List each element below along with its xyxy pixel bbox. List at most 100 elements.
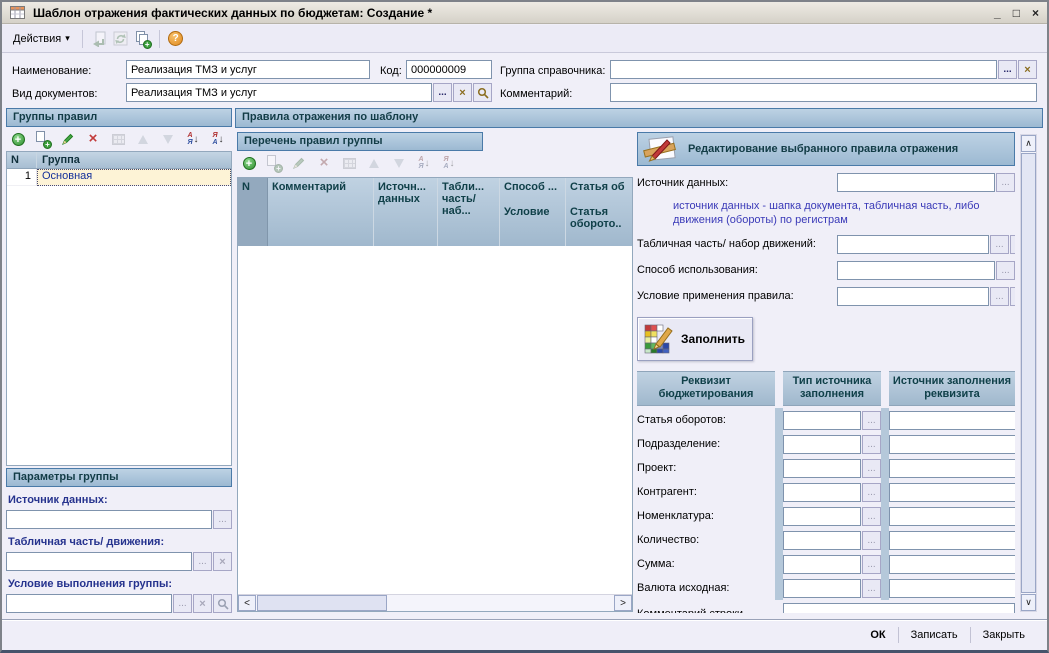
fill-source-input[interactable] xyxy=(889,555,1015,574)
refresh-icon[interactable] xyxy=(111,29,131,49)
reread-icon[interactable] xyxy=(89,29,109,49)
move-down-icon[interactable] xyxy=(158,129,178,149)
rules-panel-header: Правила отражения по шаблону xyxy=(235,108,1043,128)
rule-condition-input[interactable] xyxy=(837,287,989,306)
group-condition-input[interactable] xyxy=(6,594,172,613)
save-button[interactable]: Записать xyxy=(899,625,970,645)
select-button[interactable]: ... xyxy=(862,555,881,574)
copy-add-icon[interactable]: + xyxy=(33,129,53,149)
fill-source-input[interactable] xyxy=(889,507,1015,526)
source-type-input[interactable] xyxy=(783,531,861,550)
clear-button[interactable]: × xyxy=(213,552,232,571)
select-button[interactable]: ... xyxy=(862,531,881,550)
rule-tabular-input[interactable] xyxy=(837,235,989,254)
doc-kind-input[interactable] xyxy=(126,83,432,102)
code-input[interactable] xyxy=(406,60,492,79)
group-data-source-input[interactable] xyxy=(6,510,212,529)
magnifier-button[interactable] xyxy=(213,594,232,613)
select-button[interactable]: ... xyxy=(173,594,192,613)
clear-button[interactable]: × xyxy=(193,594,212,613)
fill-source-input[interactable] xyxy=(889,579,1015,598)
sort-asc-icon[interactable]: АЯ↓ xyxy=(414,153,434,173)
maximize-icon[interactable]: □ xyxy=(1013,6,1020,20)
sort-desc-icon[interactable]: ЯА↓ xyxy=(208,129,228,149)
fill-source-input[interactable] xyxy=(889,531,1015,550)
scroll-right-button[interactable]: > xyxy=(614,595,632,611)
name-input[interactable] xyxy=(126,60,370,79)
select-button[interactable]: ... xyxy=(213,510,232,529)
clear-button[interactable]: × xyxy=(1010,287,1015,306)
table-row[interactable]: 1 Основная xyxy=(7,169,231,186)
fill-button[interactable]: Заполнить xyxy=(637,317,753,361)
scrollbar-track[interactable] xyxy=(387,595,614,611)
fill-source-input[interactable] xyxy=(889,459,1015,478)
close-icon[interactable]: × xyxy=(1032,6,1039,20)
scrollbar-thumb[interactable] xyxy=(257,595,387,611)
move-up-icon[interactable] xyxy=(133,129,153,149)
select-button[interactable]: ... xyxy=(433,83,452,102)
select-button[interactable]: ... xyxy=(862,411,881,430)
title-bar: Шаблон отражения фактических данных по б… xyxy=(2,2,1047,24)
move-up-icon[interactable] xyxy=(364,153,384,173)
source-type-input[interactable] xyxy=(783,555,861,574)
help-icon[interactable]: ? xyxy=(166,29,186,49)
select-button[interactable]: ... xyxy=(996,173,1015,192)
add-icon[interactable]: + xyxy=(8,129,28,149)
catalog-group-input[interactable] xyxy=(610,60,997,79)
source-type-input[interactable] xyxy=(783,507,861,526)
table-body-empty[interactable] xyxy=(238,246,632,594)
usage-method-input[interactable] xyxy=(837,261,995,280)
select-button[interactable]: ... xyxy=(998,60,1017,79)
source-hint-text: источник данных - шапка документа, табли… xyxy=(673,199,1015,228)
sort-desc-icon[interactable]: ЯА↓ xyxy=(439,153,459,173)
copy-add-icon[interactable]: + xyxy=(264,153,284,173)
fill-source-input[interactable] xyxy=(889,435,1015,454)
move-down-icon[interactable] xyxy=(389,153,409,173)
ok-button[interactable]: ОК xyxy=(858,625,897,645)
source-type-input[interactable] xyxy=(783,459,861,478)
scroll-left-button[interactable]: < xyxy=(238,595,256,611)
edit-icon[interactable] xyxy=(58,129,78,149)
magnifier-button[interactable] xyxy=(473,83,492,102)
fill-source-input[interactable] xyxy=(889,411,1015,430)
tabular-part-label: Табличная часть/ движения: xyxy=(8,536,230,548)
delete-icon[interactable]: × xyxy=(83,129,103,149)
group-tabular-part-input[interactable] xyxy=(6,552,192,571)
minimize-icon[interactable]: _ xyxy=(994,6,1001,20)
rule-source-input[interactable] xyxy=(837,173,995,192)
select-button[interactable]: ... xyxy=(862,459,881,478)
close-button[interactable]: Закрыть xyxy=(971,625,1037,645)
scroll-down-button[interactable]: ∨ xyxy=(1021,594,1036,611)
source-type-input[interactable] xyxy=(783,435,861,454)
copy-add-icon[interactable]: + xyxy=(133,29,153,49)
delete-icon[interactable]: × xyxy=(314,153,334,173)
clear-button[interactable]: × xyxy=(1010,235,1015,254)
select-button[interactable]: ... xyxy=(862,507,881,526)
select-button[interactable]: ... xyxy=(990,287,1009,306)
grid-settings-icon[interactable] xyxy=(108,129,128,149)
add-icon[interactable]: + xyxy=(239,153,259,173)
comment-input[interactable] xyxy=(610,83,1037,102)
attr-row-counterparty: Контрагент: ... ...× xyxy=(637,480,1015,504)
select-button[interactable]: ... xyxy=(862,435,881,454)
sort-asc-icon[interactable]: АЯ↓ xyxy=(183,129,203,149)
column-header-source-type: Тип источника заполнения xyxy=(783,371,881,407)
edit-icon[interactable] xyxy=(289,153,309,173)
row-comment-textarea[interactable] xyxy=(783,603,1015,613)
select-button[interactable]: ... xyxy=(193,552,212,571)
clear-button[interactable]: × xyxy=(1018,60,1037,79)
clear-button[interactable]: × xyxy=(453,83,472,102)
scroll-up-button[interactable]: ∧ xyxy=(1021,135,1036,152)
source-type-input[interactable] xyxy=(783,411,861,430)
select-button[interactable]: ... xyxy=(862,483,881,502)
column-divider xyxy=(881,408,889,432)
source-type-input[interactable] xyxy=(783,483,861,502)
scrollbar-thumb[interactable] xyxy=(1021,153,1036,593)
fill-source-input[interactable] xyxy=(889,483,1015,502)
grid-settings-icon[interactable] xyxy=(339,153,359,173)
source-type-input[interactable] xyxy=(783,579,861,598)
select-button[interactable]: ... xyxy=(990,235,1009,254)
select-button[interactable]: ... xyxy=(862,579,881,598)
select-button[interactable]: ... xyxy=(996,261,1015,280)
actions-menu-button[interactable]: Действия ▾ xyxy=(7,30,76,48)
